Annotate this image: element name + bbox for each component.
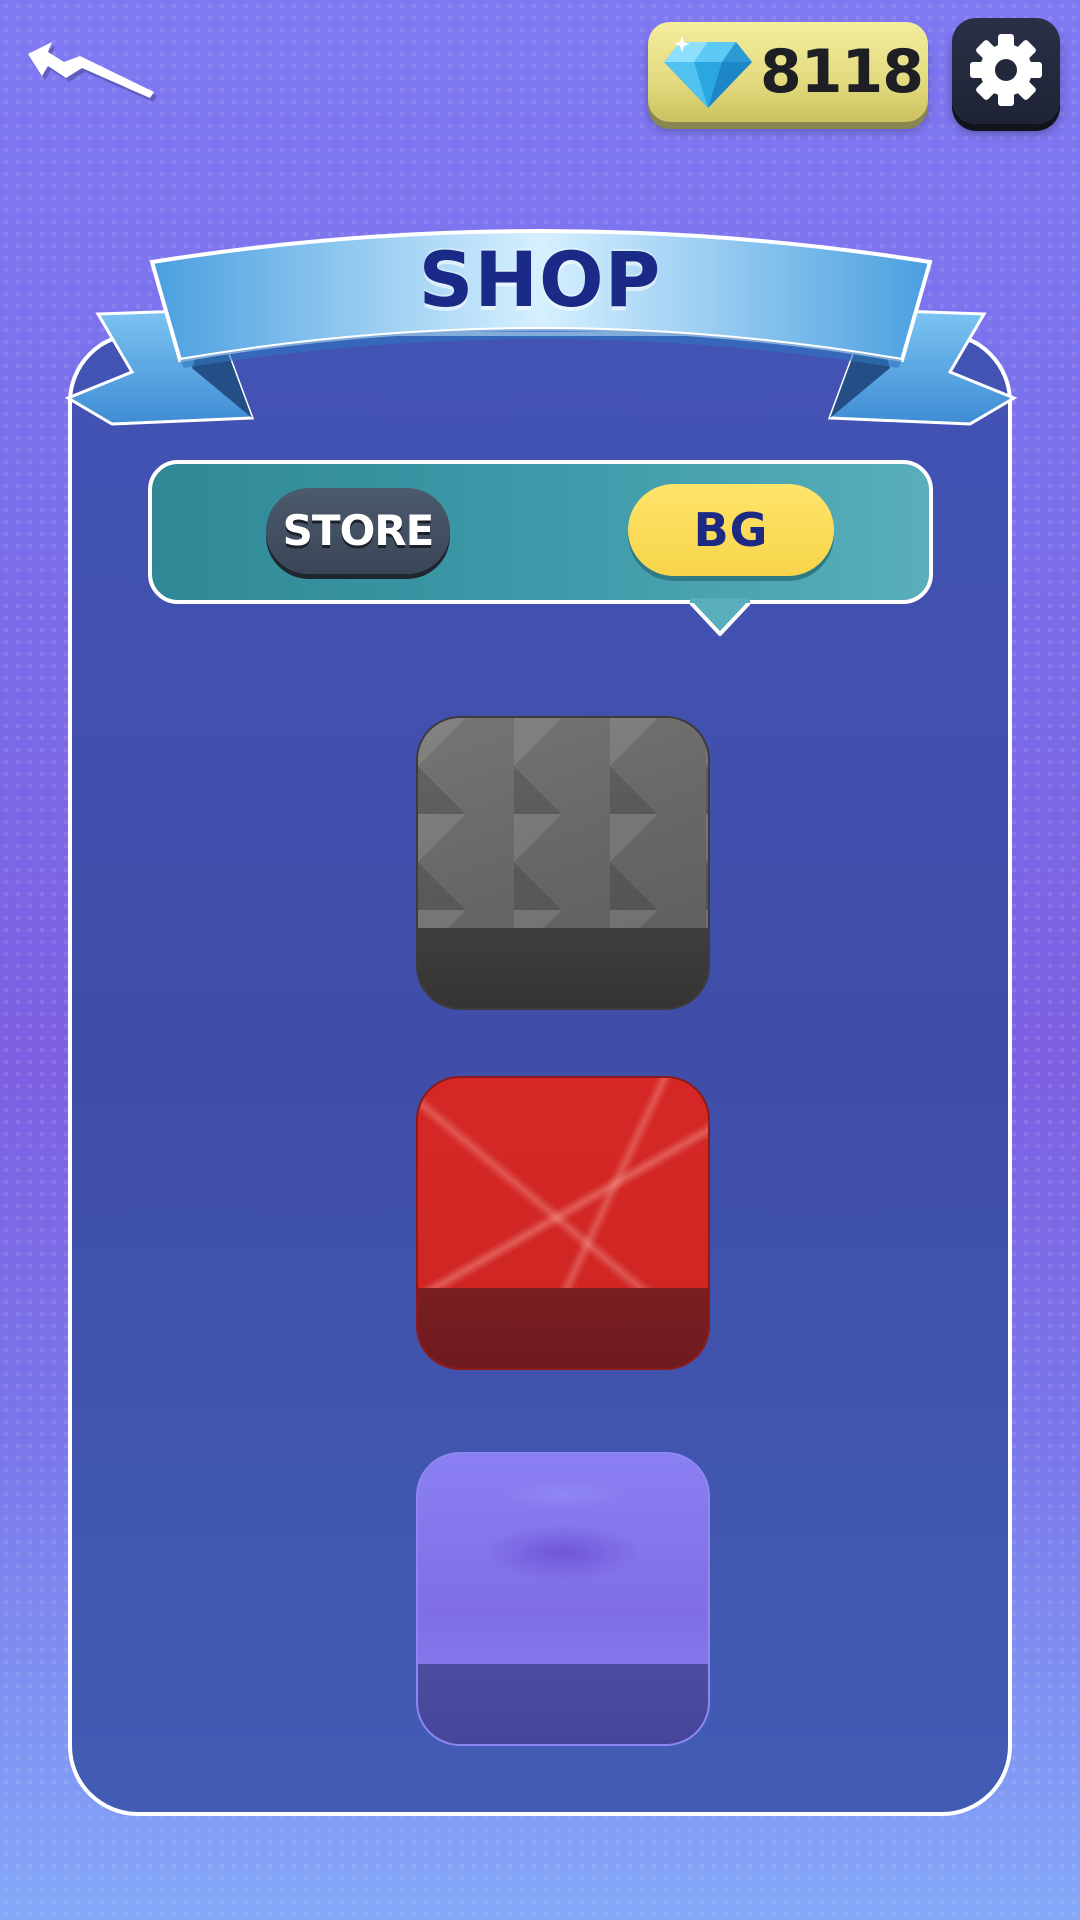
- bg-option-gray[interactable]: [416, 716, 710, 1010]
- gear-icon: [970, 34, 1042, 106]
- bg-option-shadow: [418, 1288, 708, 1368]
- back-button[interactable]: [22, 38, 162, 108]
- tab-store[interactable]: STORE: [266, 488, 450, 574]
- tab-pointer: [690, 598, 750, 636]
- lightning-back-arrow-icon: [28, 42, 157, 102]
- bg-option-purple[interactable]: [416, 1452, 710, 1746]
- bg-option-shadow: [418, 928, 708, 1008]
- settings-button[interactable]: [952, 18, 1060, 124]
- gem-counter: 8118: [648, 22, 928, 122]
- shop-title: SHOP: [418, 235, 662, 324]
- tab-bg[interactable]: BG: [628, 484, 834, 576]
- bg-option-red[interactable]: [416, 1076, 710, 1370]
- diamond-gem-icon: [664, 36, 752, 108]
- bg-option-shadow: [418, 1664, 708, 1744]
- gem-count: 8118: [760, 37, 924, 107]
